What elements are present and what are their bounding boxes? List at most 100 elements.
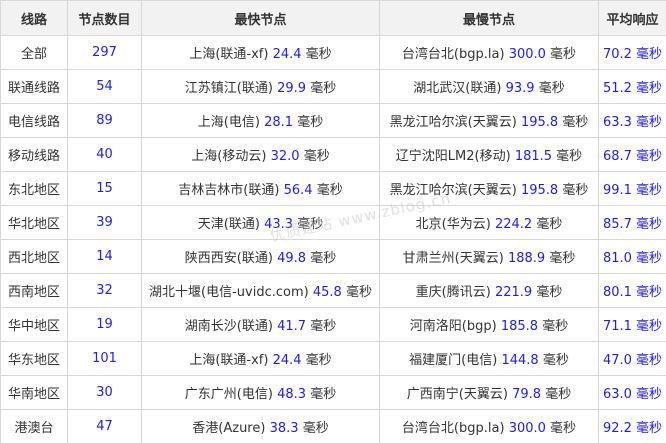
node-count-cell: 47 [67, 409, 142, 443]
header-slowest-node: 最慢节点 [379, 0, 599, 36]
slowest-node-cell: 黑龙江哈尔滨(天翼云) 195.8 毫秒 [379, 103, 599, 138]
fastest-node-unit: 毫秒 [310, 251, 337, 266]
slowest-node-unit: 毫秒 [550, 421, 577, 436]
slowest-node-location: 北京(华为云) [415, 217, 491, 232]
fastest-node-location: 上海(移动云) [191, 149, 267, 164]
fastest-node-unit: 毫秒 [297, 115, 324, 130]
slowest-node-ms: 300.0 [508, 47, 546, 62]
speed-table: 线路 节点数目 最快节点 最慢节点 平均响应 全部 297 上海(联通-xf) 24… [0, 0, 666, 443]
fastest-node-cell: 上海(电信) 28.1 毫秒 [141, 103, 380, 138]
fastest-node-unit: 毫秒 [345, 285, 372, 300]
slowest-node-ms: 181.5 [514, 149, 553, 164]
slowest-node-ms: 195.8 [520, 115, 559, 130]
table-row: 电信线路 89 上海(电信) 28.1 毫秒 黑龙江哈尔滨(天翼云) 195.8 毫秒… [0, 103, 666, 138]
average-response-cell: 70.2 毫秒 [598, 35, 666, 70]
fastest-node-cell: 湖北十堰(电信-uvidc.com) 45.8 毫秒 [141, 273, 380, 308]
table-row: 港澳台 47 香港(Azure) 38.3 毫秒 台湾台北(bgp.la) 300.0… [0, 409, 666, 443]
fastest-node-ms: 38.3 [269, 421, 299, 436]
slowest-node-cell: 辽宁沈阳LM2(移动) 181.5 毫秒 [379, 137, 599, 172]
route-cell: 西南地区 [0, 273, 68, 308]
fastest-node-location: 上海(联通-xf) [189, 47, 269, 62]
slowest-node-location: 甘肃兰州(天翼云) [402, 251, 504, 266]
slowest-node-ms: 195.8 [520, 183, 559, 198]
fastest-node-cell: 上海(移动云) 32.0 毫秒 [141, 137, 380, 172]
fastest-node-ms: 41.7 [277, 319, 307, 334]
average-response-cell: 47.0 毫秒 [598, 341, 666, 376]
slowest-node-location: 台湾台北(bgp.la) [401, 421, 505, 436]
fastest-node-location: 上海(联通-xf) [189, 353, 269, 368]
fastest-node-ms: 24.4 [272, 47, 302, 62]
average-response-cell: 92.2 毫秒 [598, 409, 666, 443]
table-row: 东北地区 15 吉林吉林市(联通) 56.4 毫秒 黑龙江哈尔滨(天翼云) 195.8… [0, 171, 666, 206]
slowest-node-location: 湖北武汉(联通) [413, 81, 502, 96]
fastest-node-ms: 28.1 [264, 115, 294, 130]
average-response-cell: 99.1 毫秒 [598, 171, 666, 206]
fastest-node-unit: 毫秒 [297, 217, 324, 232]
fastest-node-unit: 毫秒 [310, 319, 337, 334]
slowest-node-cell: 河南洛阳(bgp) 185.8 毫秒 [379, 307, 599, 342]
route-cell: 东北地区 [0, 171, 68, 206]
route-cell: 华中地区 [0, 307, 68, 342]
header-node-count: 节点数目 [67, 0, 142, 36]
fastest-node-location: 香港(Azure) [192, 421, 266, 436]
fastest-node-cell: 广东广州(电信) 48.3 毫秒 [141, 375, 380, 410]
slowest-node-ms: 144.8 [501, 353, 539, 368]
slowest-node-unit: 毫秒 [545, 387, 572, 402]
slowest-node-location: 重庆(腾讯云) [415, 285, 491, 300]
slowest-node-location: 河南洛阳(bgp) [409, 319, 497, 334]
slowest-node-location: 广西南宁(天翼云) [406, 387, 508, 402]
fastest-node-unit: 毫秒 [310, 81, 337, 96]
slowest-node-unit: 毫秒 [542, 353, 569, 368]
header-fastest-node: 最快节点 [141, 0, 380, 36]
table-row: 西北地区 14 陕西西安(联通) 49.8 毫秒 甘肃兰州(天翼云) 188.9 毫秒… [0, 239, 666, 274]
slowest-node-ms: 93.9 [505, 81, 535, 96]
fastest-node-location: 天津(联通) [197, 217, 260, 232]
average-response-cell: 51.2 毫秒 [598, 69, 666, 104]
fastest-node-location: 湖北十堰(电信-uvidc.com) [149, 285, 309, 300]
speed-test-results: 线路 节点数目 最快节点 最慢节点 平均响应 全部 297 上海(联通-xf) 24… [0, 0, 666, 443]
fastest-node-location: 湖南长沙(联通) [184, 319, 273, 334]
fastest-node-cell: 上海(联通-xf) 24.4 毫秒 [141, 341, 380, 376]
node-count-cell: 30 [67, 375, 142, 410]
fastest-node-location: 陕西西安(联通) [184, 251, 273, 266]
node-count-cell: 40 [67, 137, 142, 172]
slowest-node-unit: 毫秒 [556, 149, 583, 164]
slowest-node-cell: 湖北武汉(联通) 93.9 毫秒 [379, 69, 599, 104]
header-route: 线路 [0, 0, 68, 36]
slowest-node-cell: 北京(华为云) 224.2 毫秒 [379, 205, 599, 240]
route-cell: 华北地区 [0, 205, 68, 240]
slowest-node-location: 辽宁沈阳LM2(移动) [395, 149, 511, 164]
fastest-node-ms: 56.4 [283, 183, 313, 198]
slowest-node-ms: 224.2 [494, 217, 533, 232]
fastest-node-unit: 毫秒 [305, 353, 332, 368]
route-cell: 电信线路 [0, 103, 68, 138]
slowest-node-location: 台湾台北(bgp.la) [401, 47, 505, 62]
node-count-cell: 15 [67, 171, 142, 206]
slowest-node-location: 福建厦门(电信) [409, 353, 498, 368]
header-average-response: 平均响应 [598, 0, 666, 36]
table-row: 华南地区 30 广东广州(电信) 48.3 毫秒 广西南宁(天翼云) 79.8 毫秒 6… [0, 375, 666, 410]
fastest-node-unit: 毫秒 [302, 421, 329, 436]
fastest-node-ms: 32.0 [270, 149, 300, 164]
slowest-node-ms: 221.9 [494, 285, 533, 300]
average-response-cell: 63.3 毫秒 [598, 103, 666, 138]
fastest-node-cell: 香港(Azure) 38.3 毫秒 [141, 409, 380, 443]
fastest-node-cell: 天津(联通) 43.3 毫秒 [141, 205, 380, 240]
node-count-cell: 101 [67, 341, 142, 376]
fastest-node-ms: 49.8 [277, 251, 307, 266]
fastest-node-ms: 45.8 [312, 285, 342, 300]
node-count-cell: 19 [67, 307, 142, 342]
fastest-node-cell: 陕西西安(联通) 49.8 毫秒 [141, 239, 380, 274]
average-response-cell: 85.7 毫秒 [598, 205, 666, 240]
fastest-node-ms: 24.4 [272, 353, 302, 368]
route-cell: 全部 [0, 35, 68, 70]
slowest-node-unit: 毫秒 [549, 251, 576, 266]
slowest-node-unit: 毫秒 [562, 183, 589, 198]
table-row: 移动线路 40 上海(移动云) 32.0 毫秒 辽宁沈阳LM2(移动) 181.5 毫… [0, 137, 666, 172]
fastest-node-unit: 毫秒 [303, 149, 330, 164]
slowest-node-location: 黑龙江哈尔滨(天翼云) [389, 115, 517, 130]
slowest-node-ms: 300.0 [508, 421, 546, 436]
fastest-node-ms: 48.3 [277, 387, 307, 402]
route-cell: 移动线路 [0, 137, 68, 172]
table-row: 西南地区 32 湖北十堰(电信-uvidc.com) 45.8 毫秒 重庆(腾讯云) … [0, 273, 666, 308]
